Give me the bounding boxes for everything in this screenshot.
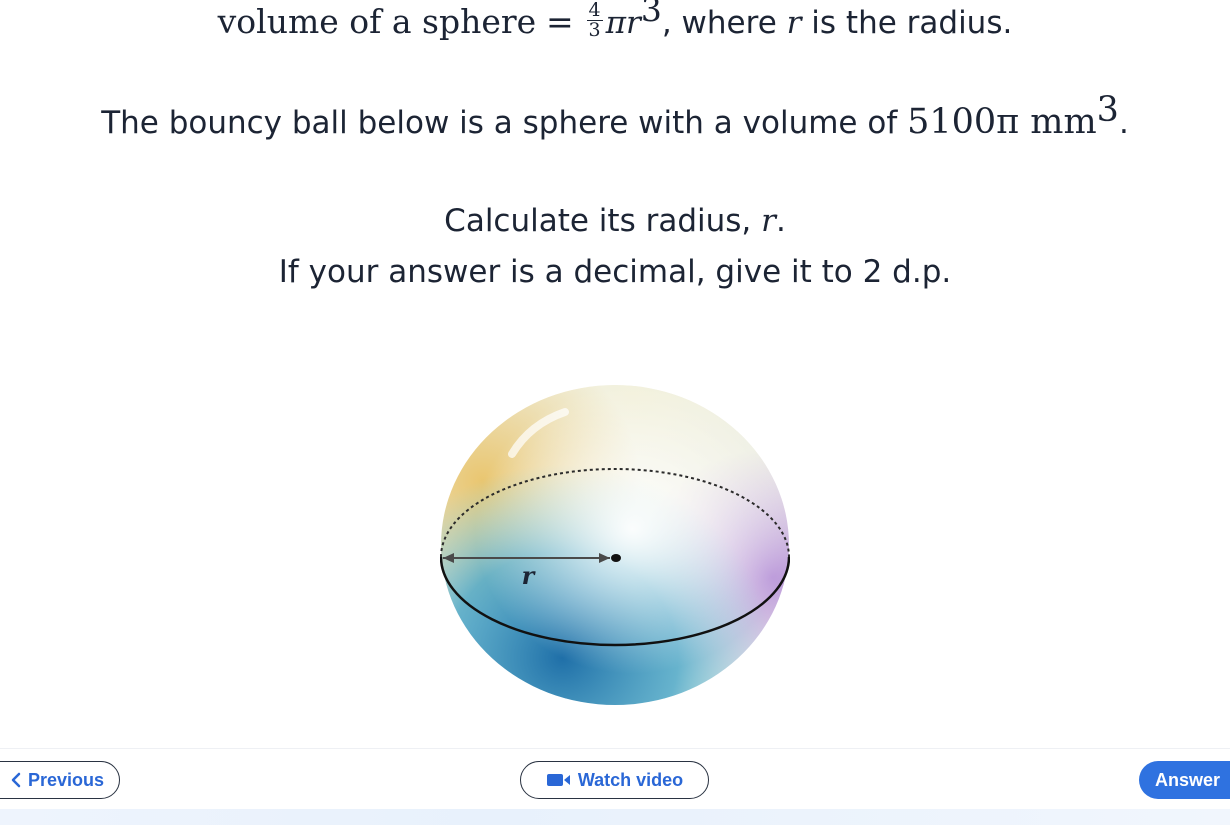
formula-lhs: volume of a sphere bbox=[217, 2, 537, 41]
previous-label: Previous bbox=[27, 769, 105, 790]
formula-exponent: 3 bbox=[640, 0, 662, 30]
question-page: volume of a sphere = 4 3 πr3, where r is… bbox=[0, 0, 1230, 825]
formula-radius-text: is the radius. bbox=[801, 5, 1013, 41]
sphere-diagram: r bbox=[440, 384, 790, 706]
task-text: Calculate its radius, bbox=[444, 203, 762, 239]
watch-video-label: Watch video bbox=[577, 769, 684, 790]
formula-fraction: 4 3 bbox=[586, 0, 603, 41]
previous-button[interactable]: Previous bbox=[0, 761, 120, 799]
statement-line: The bouncy ball below is a sphere with a… bbox=[0, 90, 1230, 142]
formula-where-r: r bbox=[786, 5, 802, 41]
task-period: . bbox=[775, 203, 786, 239]
formula-line: volume of a sphere = 4 3 πr3, where r is… bbox=[0, 0, 1230, 44]
footer-bar: Previous Watch video Answer bbox=[0, 748, 1230, 825]
formula-pi: π bbox=[605, 5, 627, 41]
answer-label: Answer bbox=[1155, 769, 1221, 790]
statement-period: . bbox=[1118, 105, 1129, 141]
task-r: r bbox=[761, 203, 776, 239]
formula-r: r bbox=[626, 5, 641, 41]
formula-equals: = bbox=[546, 2, 574, 41]
statement-volume: 5100π mm bbox=[907, 102, 1097, 142]
statement-text: The bouncy ball below is a sphere with a… bbox=[101, 105, 908, 141]
formula-where: where bbox=[671, 5, 787, 41]
task-line: Calculate its radius, r. bbox=[0, 203, 1230, 239]
footer-band bbox=[0, 809, 1230, 825]
sphere-svg: r bbox=[440, 385, 790, 705]
video-camera-icon bbox=[546, 772, 572, 788]
fraction-numerator: 4 bbox=[586, 0, 603, 21]
instruction-line: If your answer is a decimal, give it to … bbox=[278, 254, 952, 290]
answer-button[interactable]: Answer bbox=[1139, 761, 1230, 799]
sphere-center-point bbox=[611, 554, 621, 562]
watch-video-button[interactable]: Watch video bbox=[520, 761, 709, 799]
formula-comma: , bbox=[661, 5, 672, 41]
fraction-denominator: 3 bbox=[588, 19, 601, 41]
chevron-left-icon bbox=[10, 772, 22, 788]
statement-exponent: 3 bbox=[1096, 89, 1119, 130]
